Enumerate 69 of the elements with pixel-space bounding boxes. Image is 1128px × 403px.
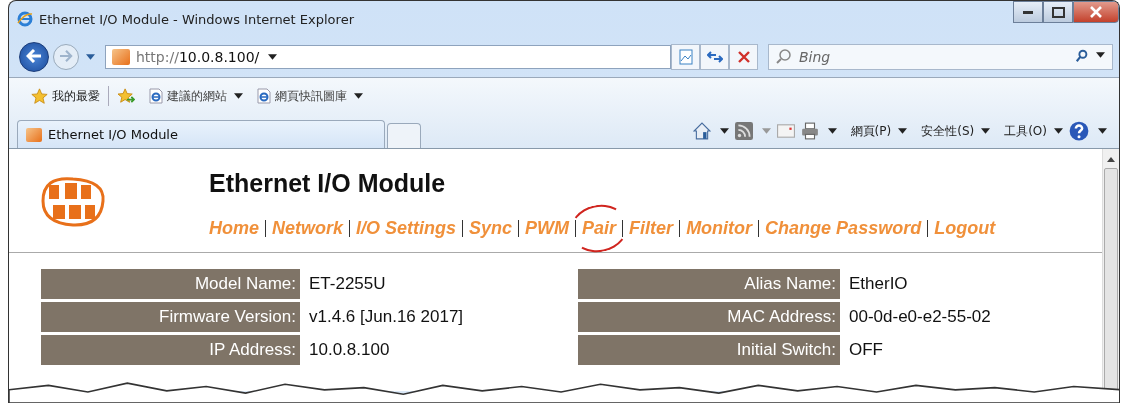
nav-link[interactable]: Network xyxy=(272,218,344,238)
field-value: ET-2255U xyxy=(308,273,387,295)
field-value: v1.4.6 [Jun.16 2017] xyxy=(308,306,465,328)
caret-icon[interactable] xyxy=(1096,52,1105,58)
stop-icon xyxy=(736,50,751,64)
nav-link[interactable]: Sync xyxy=(469,218,513,238)
stop-button[interactable] xyxy=(729,44,758,70)
nav-link[interactable]: PWM xyxy=(525,218,570,238)
printer-icon[interactable] xyxy=(800,122,819,140)
caret-icon[interactable] xyxy=(719,128,729,134)
field-label: IP Address: xyxy=(41,335,300,365)
nav-link[interactable]: Home xyxy=(209,218,259,238)
back-arrow-icon xyxy=(26,48,42,63)
refresh-button[interactable] xyxy=(700,44,729,70)
add-favorite-icon[interactable] xyxy=(117,88,135,104)
magnifier-icon xyxy=(776,48,792,64)
field-label: Initial Switch: xyxy=(578,335,840,365)
search-icon[interactable] xyxy=(1075,49,1089,63)
forward-arrow-icon xyxy=(59,50,73,62)
window-title: Ethernet I/O Module - Windows Internet Explorer xyxy=(39,11,354,27)
field-value: 00-0d-e0-e2-55-02 xyxy=(848,306,992,328)
rss-feed-icon[interactable] xyxy=(734,122,753,140)
nav-link[interactable]: Filter xyxy=(629,218,674,238)
nav-link[interactable]: Pair xyxy=(582,218,617,238)
command-menu[interactable]: 安全性(S) xyxy=(921,122,991,140)
caret-icon[interactable] xyxy=(898,128,908,134)
field-label: Model Name: xyxy=(41,269,300,299)
nav-link[interactable]: Logout xyxy=(934,218,996,238)
nav-link[interactable]: I/O Settings xyxy=(356,218,457,238)
caret-icon[interactable] xyxy=(1054,128,1063,134)
command-menu[interactable]: 工具(O) xyxy=(1004,122,1063,140)
scrollbar[interactable] xyxy=(1102,149,1119,391)
field-value: OFF xyxy=(848,339,884,361)
browser-tab[interactable]: Ethernet I/O Module xyxy=(17,120,385,148)
caret-icon[interactable] xyxy=(268,54,278,60)
field-value: EtherIO xyxy=(848,273,909,295)
browser-logo-icon xyxy=(17,11,33,27)
page-icon xyxy=(257,88,271,104)
caret-icon[interactable] xyxy=(1098,128,1107,134)
maximize-button[interactable] xyxy=(1043,1,1073,23)
page-title: Ethernet I/O Module xyxy=(209,169,447,198)
command-menu[interactable]: 網頁(P) xyxy=(850,122,908,140)
nav-link[interactable]: Change Password xyxy=(765,218,922,238)
favorites-link[interactable]: 網頁快訊圖庫 xyxy=(257,87,363,105)
nav-link[interactable]: Monitor xyxy=(686,218,753,238)
page-icon xyxy=(149,88,163,104)
site-logo-icon xyxy=(112,49,130,65)
scroll-up-icon[interactable] xyxy=(1107,157,1115,162)
favorites-button[interactable]: 我的最愛 xyxy=(31,87,100,105)
caret-icon[interactable] xyxy=(981,128,991,134)
caret-icon[interactable] xyxy=(234,93,243,99)
field-label: MAC Address: xyxy=(578,302,840,332)
caret-icon[interactable] xyxy=(354,93,363,99)
close-icon xyxy=(1090,6,1102,18)
close-button[interactable] xyxy=(1073,1,1119,23)
help-icon[interactable] xyxy=(1069,121,1089,141)
refresh-icon xyxy=(706,49,723,65)
address-field[interactable]: http://10.0.8.100/ xyxy=(105,45,671,69)
search-field[interactable]: Bing xyxy=(768,44,1113,70)
caret-icon[interactable] xyxy=(827,128,837,134)
back-button[interactable] xyxy=(19,42,49,72)
field-label: Firmware Version: xyxy=(41,302,300,332)
field-label: Alias Name: xyxy=(578,269,840,299)
field-value: 10.0.8.100 xyxy=(308,339,391,361)
broken-page-icon xyxy=(677,49,694,65)
minimize-button[interactable] xyxy=(1013,1,1043,23)
star-icon xyxy=(31,87,48,105)
home-icon[interactable] xyxy=(692,122,711,140)
favorites-link[interactable]: 建議的網站 xyxy=(149,87,243,105)
